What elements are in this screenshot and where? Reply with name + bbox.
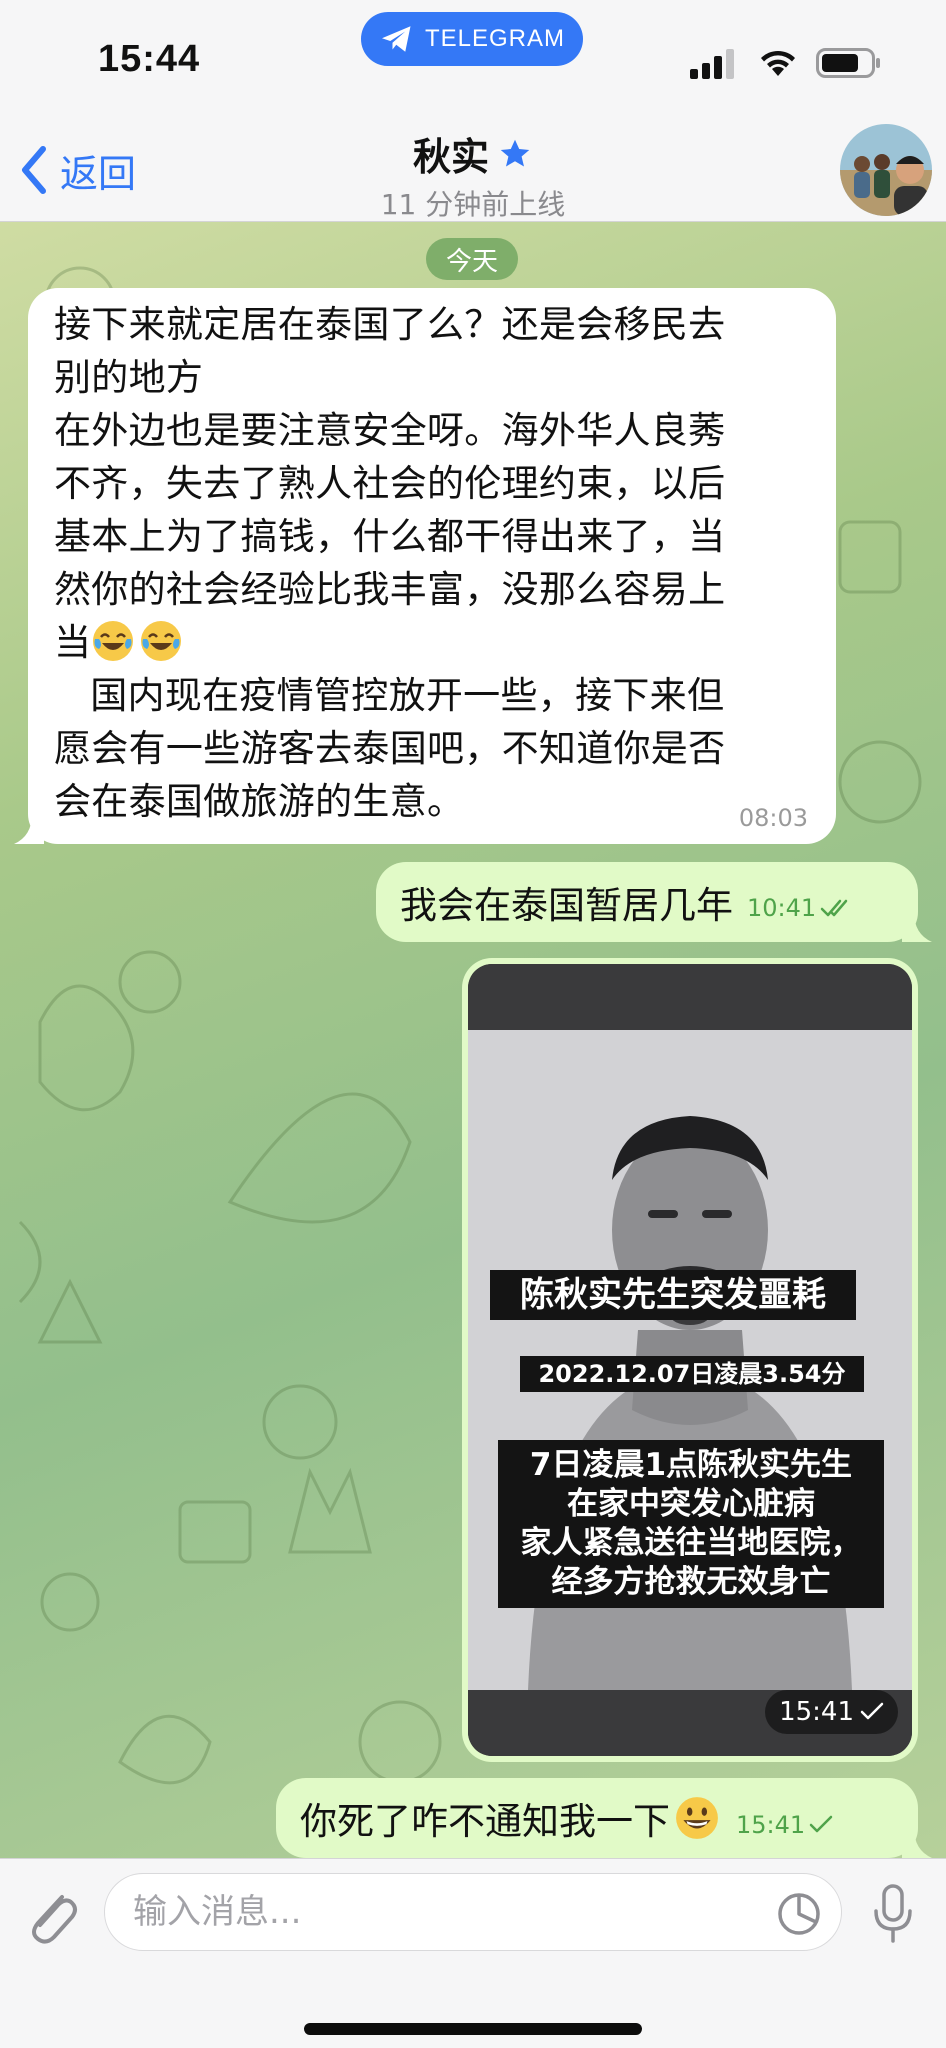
avatar[interactable]: [840, 124, 932, 216]
bubble-tail: [902, 912, 932, 942]
sticker-icon[interactable]: [776, 1891, 822, 1937]
home-indicator[interactable]: [304, 2023, 642, 2035]
message-time: 08:03: [738, 804, 808, 832]
last-seen-status: 11 分钟前上线: [380, 188, 566, 221]
status-time: 15:44: [98, 38, 201, 80]
message-input[interactable]: [104, 1873, 842, 1951]
chat-title: 秋实: [412, 135, 489, 179]
message-composer: [0, 1858, 946, 2048]
chevron-left-icon: [22, 146, 46, 194]
video-photo: 陈秋实先生突发噩耗 2022.12.07日凌晨3.54分 7日凌晨1点陈秋实先生…: [468, 1030, 912, 1690]
message-meta: 10:41: [747, 894, 854, 922]
message-text: 接下来就定居在泰国了么？还是会移民去 别的地方 在外边也是要注意安全呀。海外华人…: [54, 298, 810, 828]
message-text: 我会在泰国暂居几年: [400, 884, 733, 927]
back-label: 返回: [60, 151, 137, 196]
chat-header: 秋实 11 分钟前上线 返回: [0, 118, 946, 222]
back-button[interactable]: 返回: [18, 140, 136, 200]
battery-icon: [816, 48, 880, 78]
double-check-icon: [820, 899, 848, 917]
message-time: 10:41: [747, 894, 817, 922]
message-text: 你死了咋不通知我一下: [300, 1800, 670, 1843]
bubble-tail: [902, 1828, 932, 1858]
message-time: 15:41: [779, 1697, 854, 1727]
tears-of-joy-emoji: [93, 621, 134, 661]
check-icon: [860, 1702, 884, 1720]
microphone-icon[interactable]: [868, 1883, 918, 1945]
message-text-part2: 国内现在疫情管控放开一些，接下来但 愿会有一些游客去泰国吧，不知道你是否 会在泰…: [54, 674, 726, 823]
check-icon: [809, 1815, 833, 1833]
video-caption-body: 7日凌晨1点陈秋实先生 在家中突发心脏病 家人紧急送往当地医院， 经多方抢救无效…: [498, 1440, 884, 1608]
video-caption-time: 2022.12.07日凌晨3.54分: [520, 1356, 864, 1392]
message-time: 15:41: [736, 1811, 806, 1839]
chat-messages-area[interactable]: 今天 接下来就定居在泰国了么？还是会移民去 别的地方 在外边也是要注意安全呀。海…: [0, 222, 946, 1858]
telegram-app-pill[interactable]: TELEGRAM: [361, 12, 583, 66]
date-separator: 今天: [426, 238, 518, 280]
video-caption-headline: 陈秋实先生突发噩耗: [490, 1270, 856, 1320]
outgoing-message-bubble[interactable]: 你死了咋不通知我一下 15:41: [276, 1778, 932, 1858]
message-meta: 15:41: [736, 1811, 833, 1839]
outgoing-message-bubble[interactable]: 我会在泰国暂居几年 10:41: [376, 862, 932, 942]
telegram-pill-label: TELEGRAM: [424, 25, 566, 52]
grinning-face-emoji: [676, 1797, 718, 1839]
incoming-message-bubble[interactable]: 接下来就定居在泰国了么？还是会移民去 别的地方 在外边也是要注意安全呀。海外华人…: [14, 288, 836, 844]
wifi-icon: [761, 50, 795, 76]
star-icon: [500, 139, 530, 166]
signal-icon: [690, 49, 734, 79]
video-time-badge: 15:41: [765, 1690, 898, 1734]
message-text-part1: 接下来就定居在泰国了么？还是会移民去 别的地方 在外边也是要注意安全呀。海外华人…: [54, 303, 726, 664]
chat-title-area[interactable]: 秋实 11 分钟前上线: [0, 126, 946, 223]
outgoing-video-message[interactable]: 陈秋实先生突发噩耗 2022.12.07日凌晨3.54分 7日凌晨1点陈秋实先生…: [462, 958, 918, 1762]
status-bar: 15:44 TELEGRAM: [0, 0, 946, 118]
paper-plane-icon: [381, 26, 411, 52]
paperclip-icon[interactable]: [22, 1883, 82, 1947]
tears-of-joy-emoji: [141, 621, 182, 661]
video-caption-body-text: 7日凌晨1点陈秋实先生 在家中突发心脏病 家人紧急送往当地医院， 经多方抢救无效…: [520, 1447, 862, 1600]
video-thumbnail[interactable]: 陈秋实先生突发噩耗 2022.12.07日凌晨3.54分 7日凌晨1点陈秋实先生…: [468, 964, 912, 1756]
bubble-tail: [14, 814, 44, 844]
